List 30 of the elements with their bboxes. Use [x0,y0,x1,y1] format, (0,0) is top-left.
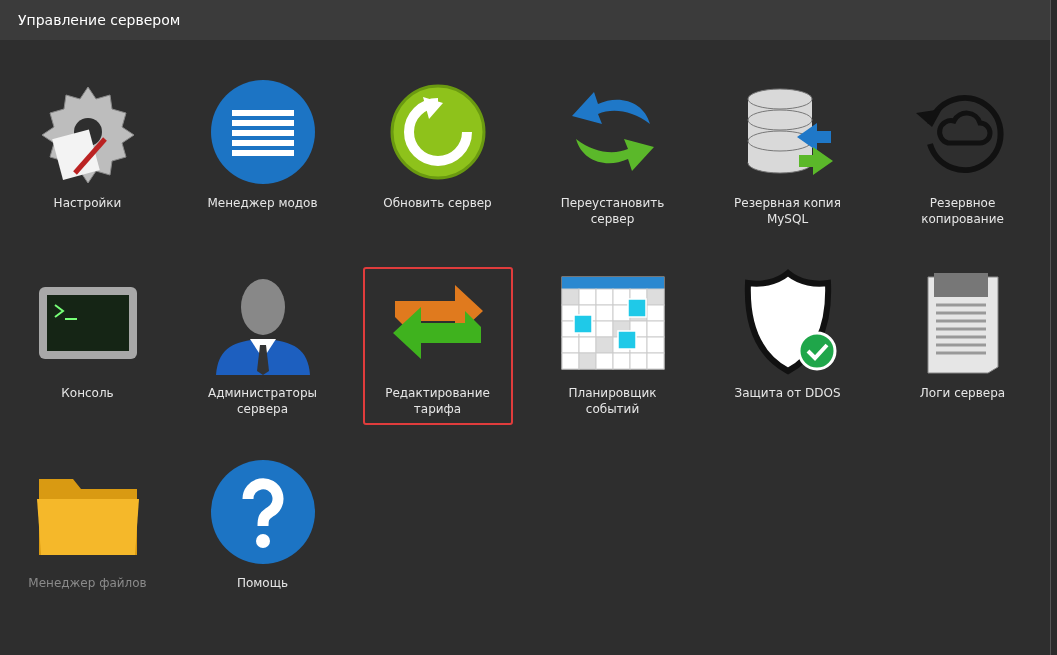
panel-title: Управление сервером [18,12,181,28]
menu-tile[interactable]: Редактирование тарифа [362,267,513,425]
menu-tile[interactable]: Переустановить сервер [537,77,688,235]
menu-tile[interactable]: Администраторы сервера [187,267,338,425]
menu-tile[interactable]: Обновить сервер [362,77,513,235]
menu-tile[interactable]: Резервная копия MySQL [712,77,863,235]
menu-tile[interactable]: Логи сервера [887,267,1038,425]
menu-tile[interactable]: Менеджер модов [187,77,338,235]
tile-label: Редактирование тарифа [384,385,491,417]
menu-tile[interactable]: Консоль [12,267,163,425]
tile-label: Менеджер файлов [28,575,147,591]
tile-label: Резервное копирование [920,195,1005,227]
tile-label: Переустановить сервер [559,195,666,227]
help-icon [209,459,316,565]
tile-label: Настройки [53,195,122,211]
tile-label: Резервная копия MySQL [733,195,842,227]
tile-label: Защита от DDOS [734,385,841,401]
list-icon [209,79,316,185]
menu-tile[interactable]: Настройки [12,77,163,235]
tile-label: Консоль [61,385,114,401]
tile-label: Менеджер модов [207,195,318,211]
tile-label: Планировщик событий [567,385,658,417]
tile-label: Логи сервера [919,385,1006,401]
menu-tile[interactable]: Помощь [187,457,338,615]
menu-tile[interactable]: Планировщик событий [537,267,688,425]
tile-label: Обновить сервер [383,195,492,211]
tile-label: Администраторы сервера [207,385,318,417]
menu-tile[interactable]: Защита от DDOS [712,267,863,425]
menu-tile[interactable]: Резервное копирование [887,77,1038,235]
tile-label: Помощь [236,575,289,591]
